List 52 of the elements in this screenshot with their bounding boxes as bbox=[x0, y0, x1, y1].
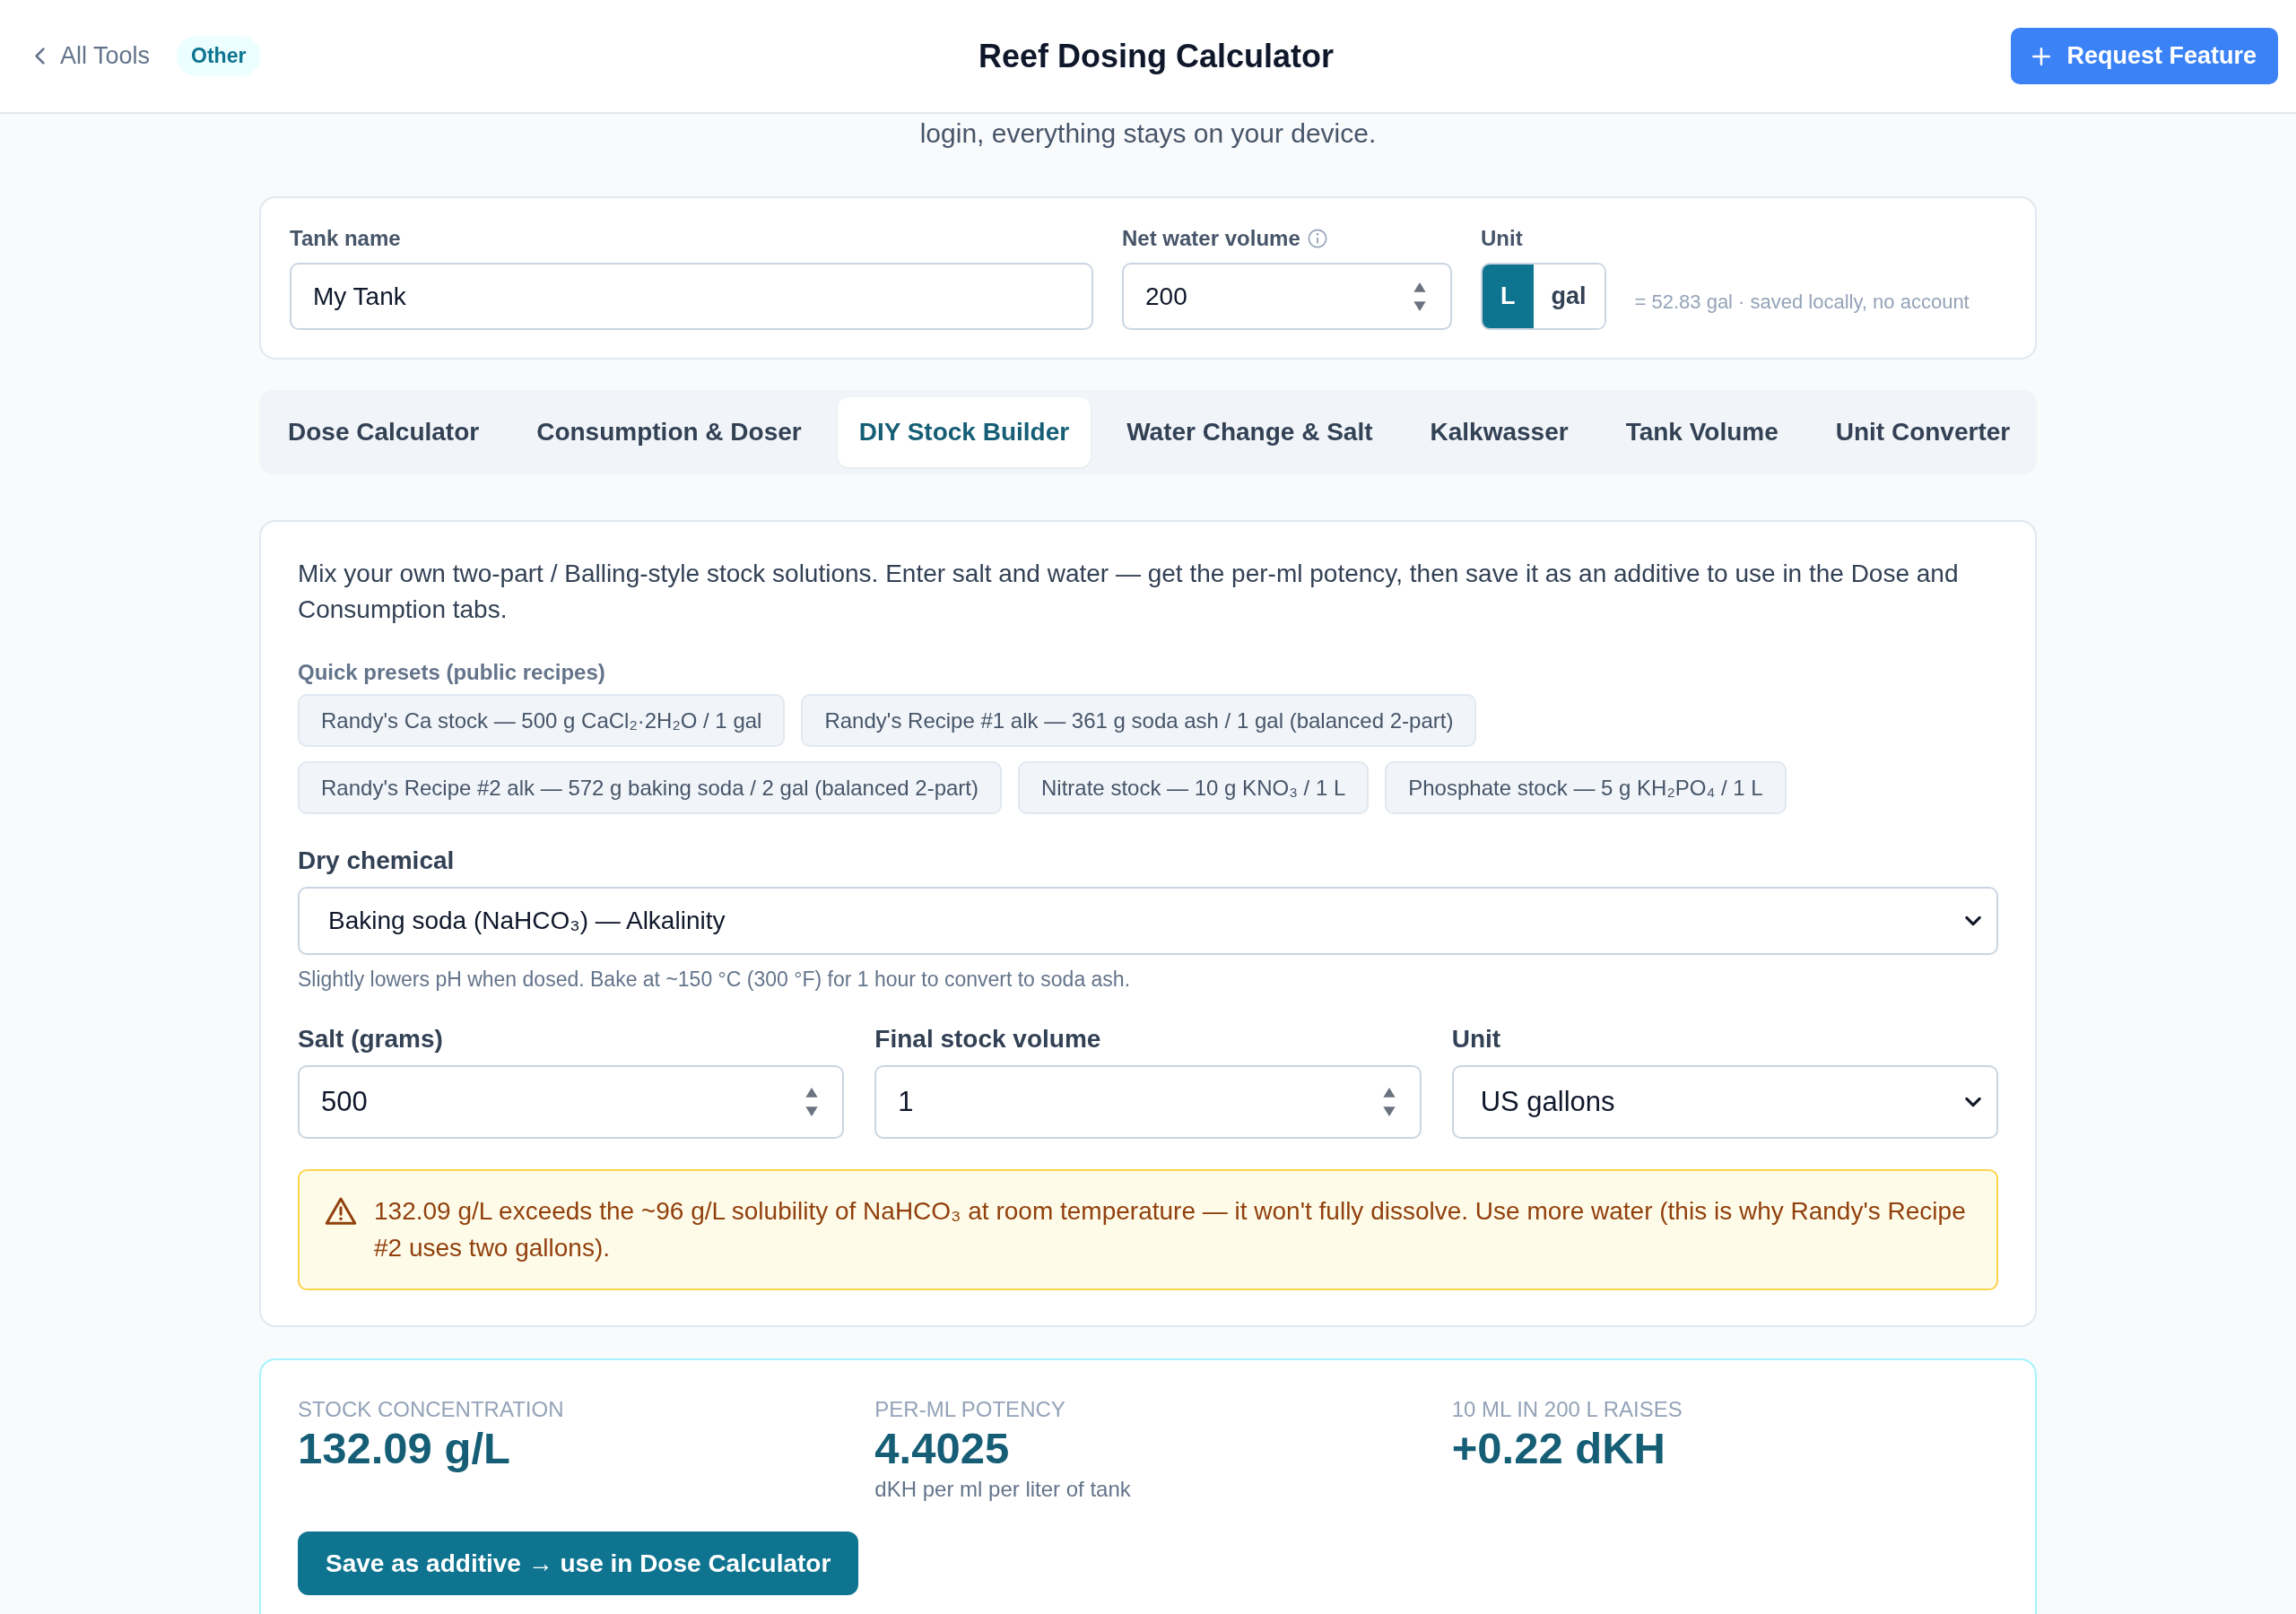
stat-value: 4.4025 bbox=[874, 1423, 1011, 1473]
preset-chip[interactable]: Nitrate stock — 10 g KNO₃ / 1 L bbox=[1018, 761, 1370, 814]
chevron-down-icon bbox=[1964, 915, 1982, 926]
back-link[interactable]: All Tools bbox=[34, 42, 151, 70]
presets-label: Quick presets (public recipes) bbox=[298, 659, 606, 686]
stepper-icon[interactable] bbox=[804, 1086, 820, 1118]
volume-note: = 52.83 gal · saved locally, no account bbox=[1634, 291, 1970, 315]
description-text: Mix your own two-part / Balling-style stock solutions. Enter salt and water — get the per-ml potency, then save it as an additive to use in the Dose and Consumption tabs. bbox=[298, 559, 1960, 625]
select-field[interactable]: Baking soda (NaHCO₃) — Alkalinity bbox=[298, 887, 1998, 955]
warning-text: 132.09 g/L exceeds the ~96 g/L solubility of NaHCO₃ at room temperature — it won't fully dissolve. Use more water (this is why Randy's Recipe #2 uses two gallons). bbox=[374, 1196, 1967, 1263]
tab[interactable]: Kalkwasser bbox=[1408, 397, 1590, 467]
preset-chip[interactable]: Randy's Recipe #1 alk — 361 g soda ash / 1 gal (balanced 2-part) bbox=[801, 694, 1477, 747]
tab[interactable]: Consumption & Doser bbox=[515, 397, 823, 467]
request-feature-button[interactable]: Request Feature bbox=[2011, 28, 2278, 84]
field-label: Unit bbox=[1481, 225, 1523, 252]
warning-icon bbox=[325, 1196, 357, 1226]
stat-note: dKH per ml per liter of tank bbox=[874, 1476, 1132, 1503]
preset-chip[interactable]: Randy's Ca stock — 500 g CaCl₂·2H₂O / 1 gal bbox=[298, 694, 786, 747]
stat-value: +0.22 dKH bbox=[1451, 1423, 1666, 1473]
field-label: Net water volume bbox=[1122, 225, 1300, 252]
field-label: Unit bbox=[1451, 1024, 1502, 1054]
intro-text: login, everything stays on your device. bbox=[918, 117, 1378, 150]
tab[interactable]: Water Change & Salt bbox=[1105, 397, 1395, 467]
number-input[interactable]: 500 bbox=[298, 1065, 845, 1139]
stat-label: 10 ML IN 200 L RAISES bbox=[1451, 1396, 1683, 1423]
page-title: Reef Dosing Calculator bbox=[978, 37, 1335, 75]
unit-option[interactable]: L bbox=[1483, 265, 1534, 328]
preset-chip[interactable]: Phosphate stock — 5 g KH₂PO₄ / 1 L bbox=[1385, 761, 1787, 814]
number-input[interactable]: 200 bbox=[1122, 263, 1452, 330]
category-badge: Other bbox=[177, 36, 261, 76]
tab[interactable]: DIY Stock Builder bbox=[837, 397, 1091, 467]
stepper-icon[interactable] bbox=[1381, 1086, 1396, 1118]
save-button[interactable]: Save as additive → use in Dose Calculator bbox=[298, 1532, 859, 1595]
field-label: Dry chemical bbox=[298, 846, 456, 876]
stat-value: 132.09 g/L bbox=[298, 1423, 511, 1473]
plus-icon bbox=[2032, 47, 2051, 65]
field-label: Salt (grams) bbox=[298, 1024, 444, 1054]
chevron-left-icon bbox=[34, 47, 46, 65]
chevron-down-icon bbox=[1964, 1097, 1982, 1107]
stat-label: PER-ML POTENCY bbox=[874, 1396, 1066, 1423]
tab[interactable]: Unit Converter bbox=[1813, 397, 2032, 467]
tab[interactable]: Tank Volume bbox=[1604, 397, 1800, 467]
info-icon[interactable] bbox=[1307, 229, 1327, 248]
stat-label: STOCK CONCENTRATION bbox=[298, 1396, 565, 1423]
select-field[interactable]: US gallons bbox=[1451, 1065, 1998, 1139]
field-label: Final stock volume bbox=[874, 1024, 1102, 1054]
hint-text: Slightly lowers pH when dosed. Bake at ~150 °C (300 °F) for 1 hour to convert to soda ash. bbox=[298, 967, 1132, 993]
field-label: Tank name bbox=[290, 225, 401, 252]
number-input[interactable]: 1 bbox=[874, 1065, 1422, 1139]
preset-chip[interactable]: Randy's Recipe #2 alk — 572 g baking soda / 2 gal (balanced 2-part) bbox=[298, 761, 1003, 814]
tab[interactable]: Dose Calculator bbox=[266, 397, 501, 467]
text-input[interactable]: My Tank bbox=[290, 263, 1093, 330]
